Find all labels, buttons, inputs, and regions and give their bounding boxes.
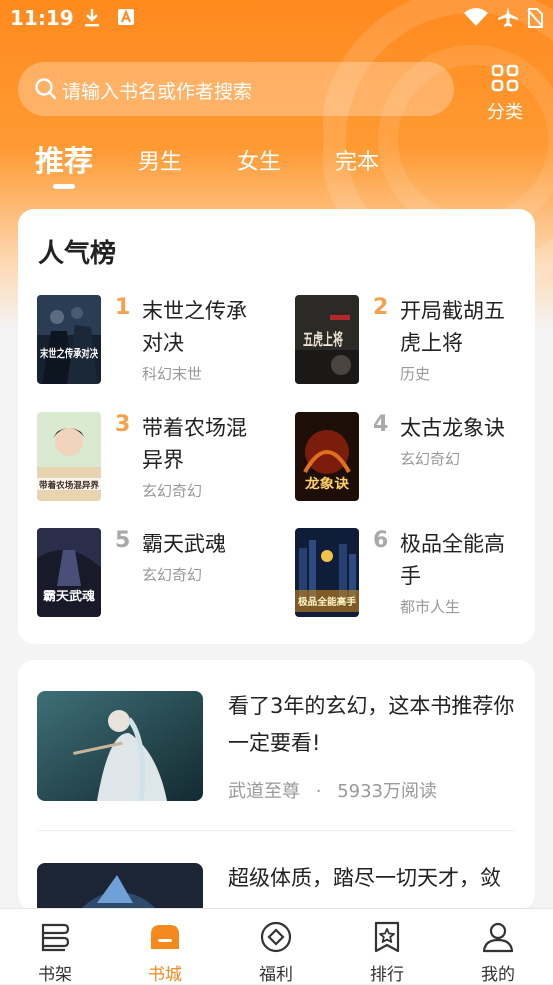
nav-label: 书城: [148, 965, 182, 985]
category-button[interactable]: 分类: [480, 64, 530, 124]
article-meta: 武道至尊 · 5933万阅读: [228, 777, 437, 803]
nav-label: 我的: [481, 965, 515, 985]
book-cover: 龙象诀: [295, 412, 359, 501]
book-cover: 五虎上将: [295, 295, 359, 384]
profile-icon: [482, 922, 514, 953]
book-title: 带着农场混异界: [142, 416, 247, 472]
status-time: 11:19: [10, 6, 74, 30]
nav-bookstore[interactable]: 书城: [110, 909, 220, 985]
svg-text:极品全能高手: 极品全能高手: [298, 596, 356, 608]
book-genre: 玄幻奇幻: [142, 566, 203, 584]
rank-number: 5: [115, 528, 131, 553]
article-read-count: 5933万阅读: [337, 781, 438, 802]
rank-number: 3: [115, 412, 131, 437]
ranking-book-item[interactable]: 末世之传承对决 1 末世之传承对决 科幻末世: [37, 295, 287, 395]
book-title: 极品全能高手: [400, 532, 505, 588]
welfare-icon: [260, 921, 292, 953]
divider: [37, 830, 515, 831]
article-title[interactable]: 超级体质，踏尽一切天才，敛: [228, 860, 518, 897]
no-sim-icon: [527, 8, 543, 28]
book-genre: 玄幻奇幻: [400, 450, 461, 468]
book-cover: 极品全能高手: [295, 528, 359, 617]
svg-text:龙象诀: 龙象诀: [305, 476, 350, 492]
nav-label: 排行: [370, 965, 404, 985]
book-cover: 末世之传承对决: [37, 295, 101, 384]
popular-ranking-card: 人气榜 末世之传承对决 1 末世之传承对决 科幻末世 五虎: [18, 209, 535, 644]
bottom-navigation: 书架 书城 福利 排行 我的: [0, 908, 553, 985]
book-genre: 玄幻奇幻: [142, 482, 203, 500]
status-bar: 11:19: [0, 0, 553, 36]
nav-welfare[interactable]: 福利: [221, 909, 331, 985]
article-title[interactable]: 看了3年的玄幻，这本书推荐你一定要看!: [228, 688, 518, 762]
bookshelf-icon: [41, 923, 70, 952]
tab-recommend[interactable]: 推荐: [35, 138, 93, 180]
download-icon: [85, 9, 99, 27]
meta-separator: ·: [315, 781, 322, 802]
book-title: 末世之传承对决: [142, 299, 247, 355]
book-title: 开局截胡五虎上将: [400, 299, 505, 355]
active-tab-indicator: [53, 184, 75, 189]
channel-tabs: 推荐 男生 女生 完本: [0, 138, 553, 198]
recommend-articles-card: 看了3年的玄幻，这本书推荐你一定要看! 武道至尊 · 5933万阅读 超级体质，…: [18, 660, 535, 910]
book-genre: 历史: [400, 365, 431, 383]
nav-label: 福利: [259, 965, 293, 985]
tab-male[interactable]: 男生: [138, 144, 182, 176]
category-label: 分类: [487, 102, 523, 123]
ranking-icon: [374, 921, 400, 953]
book-title: 霸天武魂: [142, 532, 226, 556]
ranking-book-item[interactable]: 霸天武魂 5 霸天武魂 玄幻奇幻: [37, 528, 287, 628]
section-title: 人气榜: [38, 239, 117, 269]
svg-text:霸天武魂: 霸天武魂: [43, 588, 95, 603]
rank-number: 6: [373, 528, 389, 553]
rank-number: 1: [115, 295, 131, 320]
airplane-mode-icon: [498, 7, 518, 27]
grid-icon: [491, 64, 519, 92]
book-cover: 霸天武魂: [37, 528, 101, 617]
tab-female[interactable]: 女生: [237, 144, 281, 176]
bookstore-icon: [151, 925, 179, 949]
ranking-book-item[interactable]: 龙象诀 4 太古龙象诀 玄幻奇幻: [295, 412, 545, 512]
rank-number: 4: [373, 412, 389, 437]
book-title: 太古龙象诀: [400, 416, 505, 440]
wifi-icon: [464, 8, 488, 26]
svg-text:带着农场混异界: 带着农场混异界: [39, 480, 99, 491]
nav-ranking[interactable]: 排行: [332, 909, 442, 985]
ranking-book-item[interactable]: 五虎上将 2 开局截胡五虎上将 历史: [295, 295, 545, 395]
book-cover: 带着农场混异界: [37, 412, 101, 501]
svg-text:五虎上将: 五虎上将: [303, 330, 343, 349]
ranking-book-item[interactable]: 带着农场混异界 3 带着农场混异界 玄幻奇幻: [37, 412, 287, 512]
nav-label: 书架: [38, 965, 72, 985]
nav-bookshelf[interactable]: 书架: [0, 909, 110, 985]
rank-number: 2: [373, 295, 389, 320]
search-bar[interactable]: 请输入书名或作者搜索: [18, 62, 454, 116]
book-genre: 科幻末世: [142, 365, 203, 383]
search-placeholder: 请输入书名或作者搜索: [62, 81, 253, 103]
tab-completed[interactable]: 完本: [335, 144, 379, 176]
article-image[interactable]: [37, 691, 203, 801]
book-genre: 都市人生: [400, 598, 461, 616]
svg-text:末世之传承对决: 末世之传承对决: [39, 346, 99, 360]
ranking-book-item[interactable]: 极品全能高手 6 极品全能高手 都市人生: [295, 528, 545, 628]
article-book-name: 武道至尊: [228, 781, 300, 802]
a-notification-icon: [118, 9, 134, 25]
search-icon: [35, 78, 57, 100]
nav-profile[interactable]: 我的: [443, 909, 553, 985]
article-image[interactable]: [37, 863, 203, 910]
